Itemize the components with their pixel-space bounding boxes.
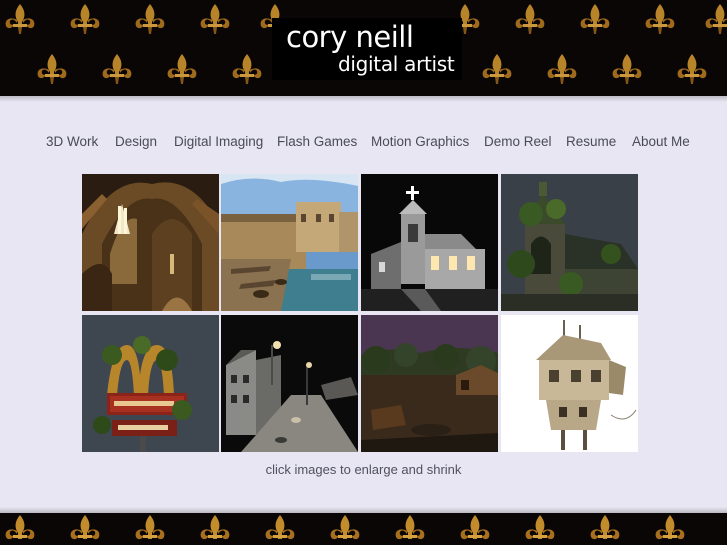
nav-item-about-me[interactable]: About Me	[632, 134, 690, 149]
nav-item-resume[interactable]: Resume	[566, 134, 616, 149]
nav-item-design[interactable]: Design	[115, 134, 157, 149]
nav-item-demo-reel[interactable]: Demo Reel	[484, 134, 552, 149]
gallery-caption: click images to enlarge and shrink	[265, 462, 462, 477]
nav-item-digital-imaging[interactable]: Digital Imaging	[174, 134, 263, 149]
header-banner: cory neill digital artist	[0, 0, 727, 96]
site-logo-tagline: digital artist	[338, 52, 455, 76]
gallery-thumb-church-night[interactable]	[361, 174, 498, 311]
footer-banner	[0, 513, 727, 545]
cathedral-interior-image	[82, 174, 219, 311]
nav-item-flash-games[interactable]: Flash Games	[277, 134, 357, 149]
church-night-image	[361, 174, 498, 311]
swamp-village-image	[361, 315, 498, 452]
footer-fleur-pattern	[5, 515, 685, 540]
nav-item-motion-graphics[interactable]: Motion Graphics	[371, 134, 469, 149]
night-street-image	[221, 315, 358, 452]
gallery-thumb-overgrown-sign[interactable]	[82, 315, 219, 452]
header-shadow	[0, 96, 727, 102]
gallery-thumb-ramshackle-house[interactable]	[501, 315, 638, 452]
image-gallery	[82, 174, 638, 452]
gallery-thumb-overgrown-church[interactable]	[501, 174, 638, 311]
overgrown-sign-image	[82, 315, 219, 452]
gallery-thumb-night-street[interactable]	[221, 315, 358, 452]
gallery-thumb-waterfront[interactable]	[221, 174, 358, 311]
gallery-thumb-cathedral-interior[interactable]	[82, 174, 219, 311]
nav-item-3d-work[interactable]: 3D Work	[46, 134, 98, 149]
gallery-thumb-swamp-village[interactable]	[361, 315, 498, 452]
site-logo-name[interactable]: cory neill	[286, 20, 414, 54]
waterfront-image	[221, 174, 358, 311]
overgrown-church-image	[501, 174, 638, 311]
ramshackle-house-image	[501, 315, 638, 452]
main-nav: 3D Work Design Digital Imaging Flash Gam…	[0, 134, 727, 154]
